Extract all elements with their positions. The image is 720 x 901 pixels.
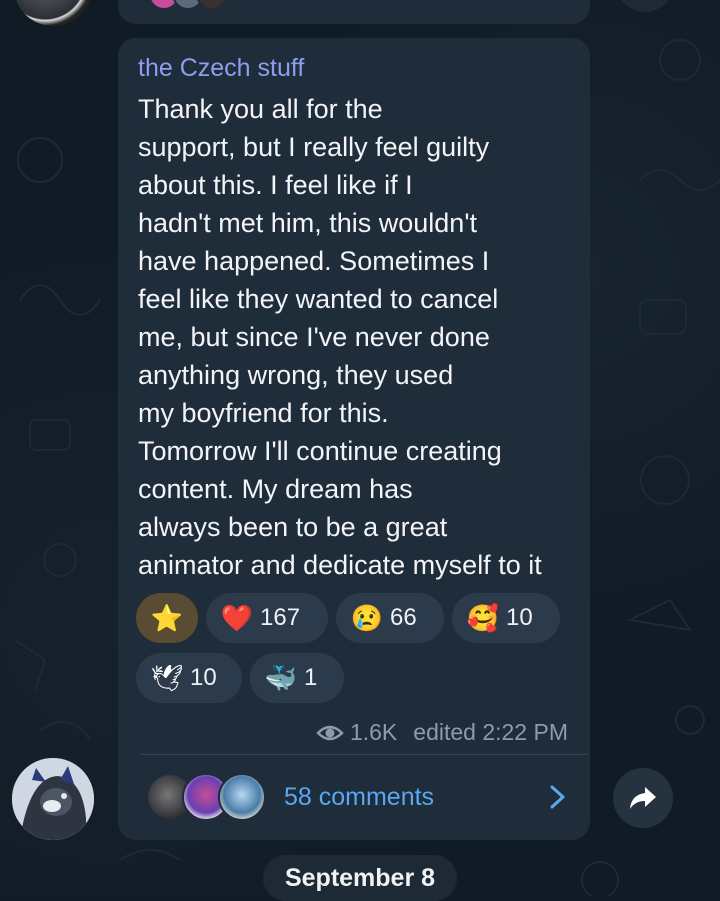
message-text: Thank you all for the support, but I rea… <box>138 90 578 584</box>
comments-divider <box>140 754 588 755</box>
channel-post-bubble[interactable]: the Czech stuff Thank you all for the su… <box>118 38 590 840</box>
message-line: feel like they wanted to cancel <box>138 284 499 314</box>
chevron-right-icon <box>550 785 565 809</box>
previous-commenter-avatars <box>148 0 228 10</box>
message-line: animator and dedicate myself to it <box>138 550 542 580</box>
message-line: hadn't met him, this wouldn't <box>138 208 477 238</box>
message-line: my boyfriend for this. <box>138 398 389 428</box>
reaction-smiling-hearts[interactable]: 🥰 10 <box>452 593 560 643</box>
reaction-star[interactable]: ⭐ <box>136 593 198 643</box>
message-line: Thank you all for the <box>138 94 383 124</box>
comments-count-label: 58 comments <box>284 782 435 811</box>
message-line: always been to be a great <box>138 512 448 542</box>
reaction-count: 10 <box>190 664 217 691</box>
smiling-face-with-hearts-icon: 🥰 <box>466 602 500 633</box>
message-line: me, but since I've never done <box>138 322 490 352</box>
share-button[interactable] <box>613 768 673 828</box>
reaction-whale[interactable]: 🐳 1 <box>250 653 344 703</box>
message-meta: 1.6K edited 2:22 PM <box>316 719 568 746</box>
reaction-count: 167 <box>260 604 301 631</box>
message-line: support, but I really feel guilty <box>138 132 490 162</box>
message-line: Tomorrow I'll continue creating <box>138 436 502 466</box>
reaction-count: 10 <box>506 604 533 631</box>
share-arrow-icon <box>630 787 656 809</box>
reaction-heart[interactable]: ❤️ 167 <box>206 593 328 643</box>
avatar <box>218 773 266 821</box>
message-line: anything wrong, they used <box>138 360 454 390</box>
channel-name[interactable]: the Czech stuff <box>138 54 304 83</box>
comments-button[interactable]: 58 comments <box>146 766 566 828</box>
message-line: content. My dream has <box>138 474 413 504</box>
avatar-image <box>12 758 94 840</box>
reaction-count: 1 <box>304 664 318 691</box>
star-icon: ⭐ <box>150 602 184 633</box>
edited-timestamp: edited 2:22 PM <box>413 719 568 745</box>
dove-icon: 🕊 <box>150 662 184 693</box>
view-count: 1.6K <box>349 719 398 745</box>
message-line: have happened. Sometimes I <box>138 246 490 276</box>
reaction-crying[interactable]: 😢 66 <box>336 593 444 643</box>
whale-icon: 🐳 <box>264 662 298 693</box>
message-line: about this. I feel like if I <box>138 170 413 200</box>
sender-avatar[interactable] <box>12 758 94 840</box>
heart-icon: ❤️ <box>220 602 254 633</box>
date-separator: September 8 <box>263 855 457 901</box>
eye-icon <box>316 725 344 740</box>
reaction-dove[interactable]: 🕊 10 <box>136 653 242 703</box>
reaction-count: 66 <box>390 604 417 631</box>
crying-face-icon: 😢 <box>350 602 384 633</box>
commenter-avatars <box>146 773 266 821</box>
